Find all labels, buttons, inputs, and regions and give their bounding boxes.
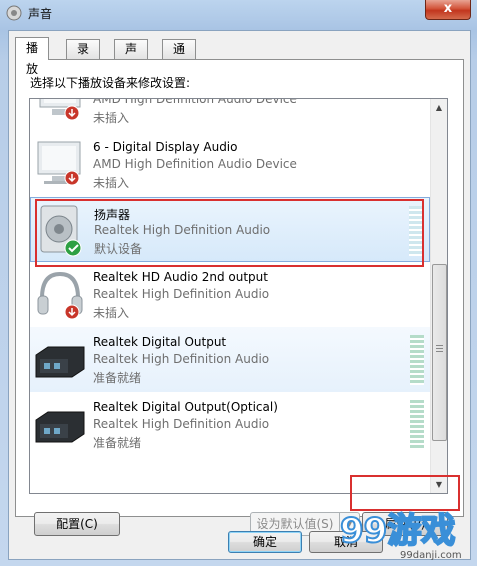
- level-meter: [410, 335, 424, 385]
- device-name: Realtek Digital Output(Optical): [93, 400, 278, 414]
- configure-button[interactable]: 配置(C): [34, 512, 120, 536]
- device-item[interactable]: Realtek Digital Output(Optical) Realtek …: [30, 392, 430, 457]
- device-status: 未插入: [93, 176, 130, 190]
- device-item-speakers[interactable]: 扬声器 Realtek High Definition Audio 默认设备: [30, 197, 430, 262]
- device-description: Realtek High Definition Audio: [94, 223, 271, 237]
- device-status: 准备就绪: [93, 436, 142, 450]
- monitor-speaker-icon: [39, 99, 81, 121]
- tab-sounds[interactable]: 声音: [114, 39, 149, 75]
- device-description: Realtek High Definition Audio: [93, 352, 270, 366]
- device-item[interactable]: 6 - Digital Display Audio AMD High Defin…: [30, 132, 430, 197]
- device-status: 准备就绪: [93, 371, 142, 385]
- device-item[interactable]: Realtek HD Audio 2nd output Realtek High…: [30, 262, 430, 327]
- cancel-button[interactable]: 取消: [309, 531, 383, 553]
- playback-page: 选择以下播放设备来修改设置: AMD High Definition Audio…: [15, 59, 464, 536]
- device-name: 6 - Digital Display Audio: [93, 140, 238, 154]
- dialog-window: 声音 x 播放 录制 声音 通信 选择以下播放设备来修改设置:: [0, 0, 477, 566]
- tab-playback[interactable]: 播放: [15, 37, 50, 76]
- window-title: 声音: [28, 7, 53, 21]
- device-description: AMD High Definition Audio Device: [93, 98, 297, 106]
- digital-output-icon: [35, 411, 85, 443]
- device-status: 默认设备: [94, 242, 143, 256]
- device-item[interactable]: Realtek Digital Output Realtek High Defi…: [30, 327, 430, 392]
- device-status: 未插入: [93, 306, 130, 320]
- speaker-icon: [40, 205, 82, 257]
- device-name: 扬声器: [94, 208, 131, 222]
- device-description: AMD High Definition Audio Device: [93, 157, 297, 171]
- device-name: Realtek Digital Output: [93, 335, 227, 349]
- speaker-icon: [6, 5, 22, 21]
- headphones-icon: [37, 271, 83, 320]
- digital-output-icon: [35, 346, 85, 378]
- tab-communications[interactable]: 通信: [162, 39, 197, 75]
- device-description: Realtek High Definition Audio: [93, 417, 270, 431]
- scroll-thumb[interactable]: [432, 264, 447, 441]
- title-bar[interactable]: 声音 x: [0, 0, 477, 26]
- scroll-down-arrow-icon[interactable]: ▼: [431, 476, 447, 493]
- grip-icon: [436, 345, 443, 354]
- close-button[interactable]: x: [425, 0, 471, 20]
- device-description: Realtek High Definition Audio: [93, 287, 270, 301]
- monitor-speaker-icon: [37, 141, 81, 186]
- device-item[interactable]: AMD High Definition Audio Device 未插入: [30, 98, 430, 132]
- close-icon: x: [443, 1, 453, 16]
- scroll-up-arrow-icon[interactable]: ▲: [431, 99, 447, 116]
- level-meter: [410, 400, 424, 450]
- dialog-client: 播放 录制 声音 通信 选择以下播放设备来修改设置:: [8, 30, 471, 560]
- level-meter: [409, 206, 423, 256]
- device-status: 未插入: [93, 111, 130, 125]
- vertical-scrollbar[interactable]: ▲ ▼: [430, 99, 447, 493]
- ok-button[interactable]: 确定: [228, 531, 302, 553]
- device-name: Realtek HD Audio 2nd output: [93, 270, 268, 284]
- device-list[interactable]: AMD High Definition Audio Device 未插入 6 -…: [29, 98, 448, 494]
- instruction-label: 选择以下播放设备来修改设置:: [30, 76, 191, 90]
- tab-recording[interactable]: 录制: [66, 39, 101, 75]
